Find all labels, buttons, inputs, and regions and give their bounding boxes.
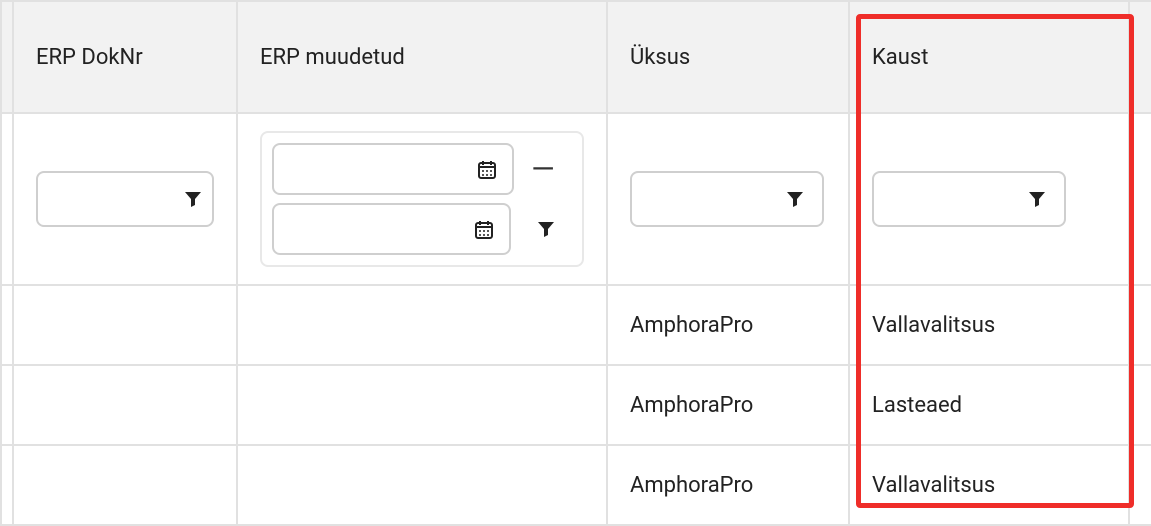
filter-input-kaust[interactable] — [872, 171, 1012, 227]
stub-cell — [1, 1, 13, 113]
table-row[interactable]: AmphoraPro Vallavalitsus — [1, 285, 1151, 365]
stub-cell — [1, 445, 13, 525]
column-header-row: ERP DokNr ERP muudetud Üksus Kaust — [1, 1, 1151, 113]
cell-erp-doknr — [13, 445, 237, 525]
filter-cell-yksus — [607, 113, 849, 285]
cell-erp-doknr — [13, 285, 237, 365]
filter-button-kaust[interactable] — [1010, 171, 1066, 227]
calendar-icon — [473, 218, 495, 240]
table-row[interactable]: AmphoraPro Lasteaed — [1, 365, 1151, 445]
cell-kaust: Vallavalitsus — [849, 445, 1129, 525]
cell-yksus: AmphoraPro — [607, 285, 849, 365]
funnel-icon — [536, 219, 556, 239]
column-header-erp-doknr[interactable]: ERP DokNr — [13, 1, 237, 113]
date-to-picker-button[interactable] — [459, 203, 510, 255]
cell-yksus: AmphoraPro — [607, 365, 849, 445]
date-from-picker-button[interactable] — [462, 143, 514, 195]
filter-button-erp-doknr[interactable] — [174, 171, 214, 227]
column-header-erp-muudetud[interactable]: ERP muudetud — [237, 1, 607, 113]
funnel-icon — [785, 189, 805, 209]
cell-erp-muudetud — [237, 445, 607, 525]
stub-cell — [1, 365, 13, 445]
column-header-kaust[interactable]: Kaust — [849, 1, 1129, 113]
date-range-filter: — — [260, 131, 584, 267]
filter-cell-erp-doknr — [13, 113, 237, 285]
stub-cell — [1, 285, 13, 365]
cell-erp-doknr — [13, 365, 237, 445]
filter-button-erp-muudetud[interactable] — [521, 203, 572, 255]
calendar-icon — [476, 158, 498, 180]
filter-cell-kaust — [849, 113, 1129, 285]
cell-kaust: Lasteaed — [849, 365, 1129, 445]
data-grid: ERP DokNr ERP muudetud Üksus Kaust — [0, 0, 1151, 526]
filter-input-yksus[interactable] — [630, 171, 770, 227]
funnel-icon — [183, 189, 203, 209]
filter-button-yksus[interactable] — [768, 171, 824, 227]
stub-cell — [1129, 285, 1151, 365]
cell-erp-muudetud — [237, 285, 607, 365]
table-row[interactable]: AmphoraPro Vallavalitsus — [1, 445, 1151, 525]
filter-input-erp-doknr[interactable] — [36, 171, 176, 227]
date-to-input[interactable] — [272, 203, 461, 255]
date-range-separator: — — [514, 152, 572, 187]
cell-yksus: AmphoraPro — [607, 445, 849, 525]
funnel-icon — [1027, 189, 1047, 209]
date-from-input[interactable] — [272, 143, 464, 195]
stub-cell — [1129, 113, 1151, 285]
cell-kaust: Vallavalitsus — [849, 285, 1129, 365]
cell-erp-muudetud — [237, 365, 607, 445]
column-header-yksus[interactable]: Üksus — [607, 1, 849, 113]
filter-row: — — [1, 113, 1151, 285]
stub-cell — [1129, 1, 1151, 113]
filter-cell-erp-muudetud: — — [237, 113, 607, 285]
stub-cell — [1129, 365, 1151, 445]
stub-cell — [1, 113, 13, 285]
stub-cell — [1129, 445, 1151, 525]
